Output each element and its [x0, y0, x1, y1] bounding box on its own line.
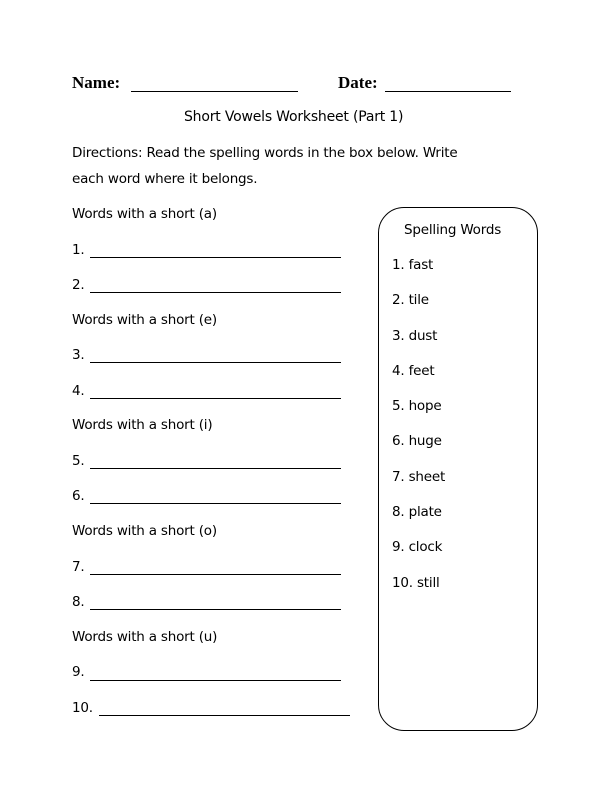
spelling-words-title: Spelling Words [404, 222, 502, 238]
section-heading-short-a: Words with a short (a) [72, 206, 217, 222]
answer-number: 8. [72, 594, 85, 610]
section-heading-short-o: Words with a short (o) [72, 523, 217, 539]
directions-line-2: each word where it belongs. [72, 171, 258, 187]
section-heading-short-u: Words with a short (u) [72, 629, 218, 645]
answer-line-3[interactable] [90, 362, 341, 363]
answer-number: 2. [72, 277, 85, 293]
spelling-word-item: 3. dust [392, 328, 438, 344]
answer-line-5[interactable] [90, 468, 341, 469]
spelling-word-item: 4. feet [392, 363, 435, 379]
answer-line-2[interactable] [90, 292, 341, 293]
spelling-word-item: 6. huge [392, 433, 442, 449]
answer-line-8[interactable] [90, 609, 341, 610]
answer-number: 10. [72, 700, 93, 716]
directions-line-1: Directions: Read the spelling words in t… [72, 145, 458, 161]
answer-line-1[interactable] [90, 257, 341, 258]
answer-line-6[interactable] [90, 503, 341, 504]
section-heading-short-i: Words with a short (i) [72, 417, 213, 433]
spelling-word-item: 2. tile [392, 292, 429, 308]
spelling-word-item: 7. sheet [392, 469, 446, 485]
answer-line-7[interactable] [90, 574, 341, 575]
spelling-word-item: 9. clock [392, 539, 443, 555]
spelling-word-item: 10. still [392, 575, 440, 591]
spelling-word-item: 1. fast [392, 257, 434, 273]
answer-line-4[interactable] [90, 398, 341, 399]
answer-number: 9. [72, 664, 85, 680]
answer-number: 6. [72, 488, 85, 504]
name-label: Name: [72, 73, 121, 92]
answer-line-10[interactable] [99, 715, 350, 716]
answer-number: 7. [72, 559, 85, 575]
worksheet-title: Short Vowels Worksheet (Part 1) [184, 109, 404, 125]
spelling-word-item: 8. plate [392, 504, 442, 520]
answer-number: 5. [72, 453, 85, 469]
answer-line-9[interactable] [90, 680, 341, 681]
answer-number: 3. [72, 347, 85, 363]
answer-number: 1. [72, 242, 85, 258]
spelling-word-item: 5. hope [392, 398, 442, 414]
section-heading-short-e: Words with a short (e) [72, 312, 217, 328]
answer-number: 4. [72, 383, 85, 399]
date-field[interactable] [385, 91, 511, 92]
date-label: Date: [338, 73, 378, 92]
name-field[interactable] [131, 91, 298, 92]
